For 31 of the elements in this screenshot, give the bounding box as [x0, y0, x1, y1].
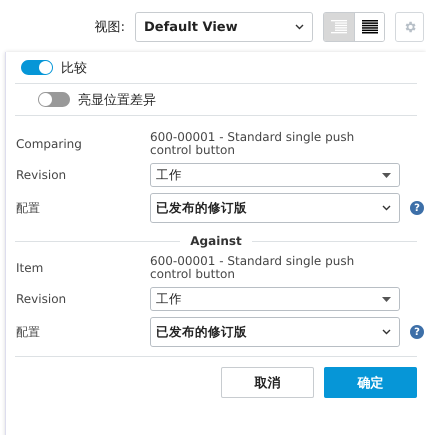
config-select[interactable]: 已发布的修订版	[150, 317, 400, 347]
toggle-label: 比较	[61, 60, 87, 76]
view-label: 视图:	[94, 19, 125, 36]
field-label: Revision	[15, 292, 68, 306]
caret-icon	[382, 205, 391, 211]
revision-select[interactable]: 工作	[150, 163, 400, 187]
caret-icon	[382, 296, 391, 302]
revision-select[interactable]: 工作	[150, 287, 400, 311]
help-icon[interactable]: ?	[410, 201, 424, 215]
field-label: Revision	[15, 168, 68, 182]
caret-icon	[382, 329, 391, 335]
field-label: Item	[15, 261, 44, 275]
toggle-switch[interactable]	[38, 92, 70, 107]
indented-lines-icon	[331, 20, 347, 34]
field-label: 配置	[15, 200, 41, 216]
settings-icon	[402, 20, 416, 34]
section-heading: Against	[190, 234, 242, 248]
item-name: 600-00001 - Standard single push control button	[150, 131, 356, 157]
field-label: 配置	[15, 324, 41, 340]
view-select[interactable]: Default View	[135, 12, 313, 42]
cancel-button[interactable]: 取消	[221, 367, 314, 398]
lines-icon	[362, 20, 378, 34]
caret-icon	[295, 24, 304, 30]
field-label: Comparing	[15, 137, 83, 151]
help-icon[interactable]: ?	[410, 325, 424, 339]
layout-button[interactable]	[354, 13, 384, 41]
caret-icon	[382, 172, 391, 178]
toggle-switch[interactable]	[21, 60, 53, 75]
toggle-label: 亮显位置差异	[78, 92, 156, 108]
config-select[interactable]: 已发布的修订版	[150, 193, 400, 223]
item-name: 600-00001 - Standard single push control button	[150, 255, 356, 281]
